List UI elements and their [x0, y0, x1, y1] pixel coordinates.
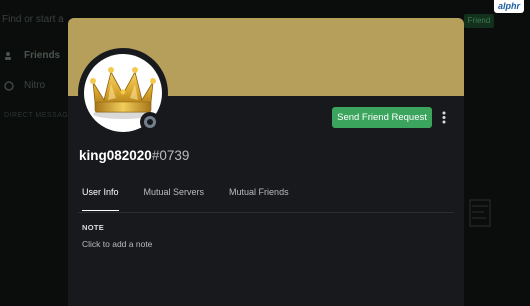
avatar	[78, 48, 168, 138]
username-text: king082020	[79, 148, 152, 163]
tab-user-info[interactable]: User Info	[82, 187, 119, 211]
profile-username: king082020#0739	[79, 148, 189, 163]
background-search-bar: Find or start a	[2, 14, 64, 25]
background-add-friend-button: Friend	[464, 14, 494, 28]
username-discriminator: #0739	[151, 148, 190, 163]
friends-icon	[5, 51, 11, 60]
background-nav-label: Nitro	[24, 80, 46, 91]
background-nav-label: Friends	[24, 50, 61, 61]
tabs-divider	[78, 212, 454, 213]
background-nav-friends: Friends	[4, 50, 60, 61]
tab-mutual-friends[interactable]: Mutual Friends	[229, 187, 289, 211]
status-indicator	[140, 112, 160, 132]
nitro-icon	[4, 80, 14, 91]
tab-mutual-servers[interactable]: Mutual Servers	[144, 187, 205, 211]
note-title: NOTE	[82, 223, 105, 232]
alphr-logo: alphr	[494, 0, 524, 13]
note-input[interactable]: Click to add a note	[82, 239, 152, 249]
profile-tabs: User Info Mutual Servers Mutual Friends	[82, 187, 314, 211]
more-options-button[interactable]	[436, 107, 452, 128]
offline-status-icon	[144, 116, 156, 128]
background-nav-nitro: Nitro	[4, 80, 45, 91]
more-vertical-icon	[442, 111, 446, 124]
send-friend-request-button[interactable]: Send Friend Request	[332, 107, 432, 128]
background-illustration	[469, 199, 491, 227]
user-profile-modal: Send Friend Request king082020#0739 User…	[68, 18, 464, 306]
